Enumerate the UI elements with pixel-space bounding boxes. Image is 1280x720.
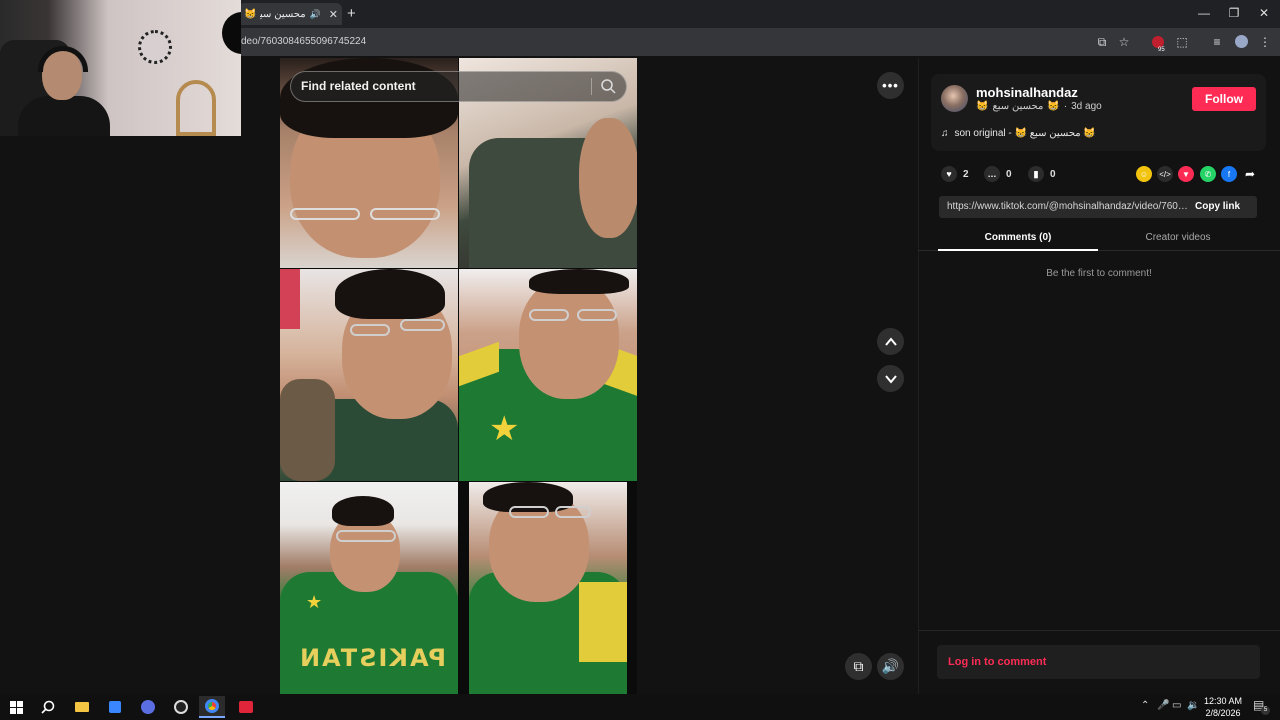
clock-time: 12:30 AM <box>1203 696 1243 706</box>
bookmark-icon[interactable]: ▮ <box>1028 166 1044 182</box>
app-icon[interactable] <box>135 696 161 718</box>
nickname-emoji: 😸 <box>1047 101 1060 112</box>
whatsapp-icon[interactable]: ✆ <box>1200 166 1216 182</box>
browser-tab[interactable]: 😸 محسين سبع 🔊 ✕ <box>238 3 342 25</box>
creator-avatar[interactable] <box>941 85 968 112</box>
clock-date: 2/8/2026 <box>1205 708 1241 718</box>
wooden-frame <box>176 80 216 136</box>
search-icon[interactable] <box>600 78 616 94</box>
system-clock[interactable]: 12:30 AM 2/8/2026 <box>1200 695 1246 719</box>
send-icon[interactable]: ▼ <box>1178 166 1194 182</box>
chevron-up-icon[interactable] <box>877 328 904 355</box>
url-field[interactable]: deo/7603084655096745224 <box>241 36 366 47</box>
video-tile-4: ★ <box>459 269 637 481</box>
comment-stat[interactable]: … 0 <box>984 166 1012 182</box>
video-player[interactable]: ★ ★ PAKISTAN <box>280 58 637 694</box>
copy-link-button[interactable]: Copy link <box>1195 201 1240 212</box>
network-icon[interactable]: ▭ <box>1172 700 1181 711</box>
friends-share-icon[interactable]: ☺ <box>1136 166 1152 182</box>
nickname-emoji: 😸 <box>976 101 989 112</box>
red-app-icon[interactable] <box>233 696 259 718</box>
person-torso <box>18 96 110 136</box>
save-stat[interactable]: ▮ 0 <box>1028 166 1056 182</box>
webcam-overlay <box>0 0 241 136</box>
speaker-icon[interactable]: 🔊 <box>310 9 321 20</box>
extension-icon[interactable]: 95 <box>1149 33 1167 53</box>
music-title: son original - 😸 محسين سبع 😸 <box>954 128 1096 139</box>
search-taskbar-icon[interactable] <box>35 696 61 718</box>
creator-subline: 😸 محسين سبع 😸 · 3d ago <box>976 101 1102 112</box>
follow-button[interactable]: Follow <box>1192 87 1256 111</box>
tray-chevron-icon[interactable]: ⌃ <box>1141 700 1149 711</box>
more-options-icon[interactable]: ••• <box>877 72 904 99</box>
tab-title: محسين سبع <box>260 8 306 20</box>
close-window-button[interactable]: ✕ <box>1254 6 1274 20</box>
chrome-icon[interactable] <box>199 696 225 718</box>
creator-nickname: محسين سبع <box>992 101 1044 112</box>
file-explorer-icon[interactable] <box>69 696 95 718</box>
notification-count: 5 <box>1261 706 1270 715</box>
embed-code-icon[interactable]: </> <box>1157 166 1173 182</box>
bookmark-star-icon[interactable]: ☆ <box>1115 33 1133 51</box>
video-tile-3 <box>280 269 458 481</box>
jersey-text: PAKISTAN <box>298 644 446 672</box>
star-emblem: ★ <box>306 592 323 612</box>
heart-icon[interactable]: ♥ <box>941 166 957 182</box>
minimize-button[interactable]: — <box>1194 6 1214 20</box>
store-icon[interactable] <box>102 696 128 718</box>
login-to-comment-link[interactable]: Log in to comment <box>948 656 1046 668</box>
tab-emoji: 😸 <box>244 8 257 20</box>
creator-username[interactable]: mohsinalhandaz <box>976 85 1078 100</box>
menu-kebab-icon[interactable]: ⋮ <box>1256 33 1274 51</box>
restore-button[interactable]: ❐ <box>1224 6 1244 20</box>
windows-start-icon[interactable] <box>3 696 29 718</box>
media-control-icon[interactable]: ≡ <box>1208 33 1226 51</box>
empty-comments-text: Be the first to comment! <box>1046 268 1152 279</box>
star-emblem: ★ <box>489 410 520 448</box>
picture-in-picture-icon[interactable]: ⧉ <box>845 653 872 680</box>
install-app-icon[interactable]: ⧉ <box>1093 33 1111 51</box>
active-tab-underline <box>938 249 1098 251</box>
share-arrow-icon[interactable]: ➦ <box>1242 166 1258 182</box>
volume-icon[interactable]: 🔊 <box>877 653 904 680</box>
comment-count: 0 <box>1006 168 1012 180</box>
footer-divider <box>918 630 1280 631</box>
microphone-icon[interactable]: 🎤 <box>1157 700 1169 711</box>
comment-icon[interactable]: … <box>984 166 1000 182</box>
obs-icon[interactable] <box>168 696 194 718</box>
close-tab-icon[interactable]: ✕ <box>325 8 342 21</box>
music-info[interactable]: ♫ son original - 😸 محسين سبع 😸 <box>941 128 1096 139</box>
details-panel <box>918 58 1280 694</box>
like-count: 2 <box>963 168 969 180</box>
music-note-icon: ♫ <box>941 128 949 139</box>
volume-tray-icon[interactable]: 🔉 <box>1187 700 1199 711</box>
profile-avatar-icon[interactable] <box>1232 33 1250 51</box>
save-count: 0 <box>1050 168 1056 180</box>
extensions-puzzle-icon[interactable]: ⬚ <box>1173 33 1191 51</box>
facebook-icon[interactable]: f <box>1221 166 1237 182</box>
share-link-text[interactable]: https://www.tiktok.com/@mohsinalhandaz/v… <box>947 201 1189 212</box>
chevron-down-icon[interactable] <box>877 365 904 392</box>
like-stat[interactable]: ♥ 2 <box>941 166 969 182</box>
video-tile-6 <box>469 482 627 694</box>
tab-creator-videos[interactable]: Creator videos <box>1098 232 1258 243</box>
search-divider <box>591 78 592 95</box>
search-placeholder[interactable]: Find related content <box>301 79 416 93</box>
separator-dot: · <box>1063 101 1068 112</box>
dark-shape <box>222 12 241 54</box>
wall-mirror <box>138 30 172 64</box>
extension-badge: 95 <box>1158 47 1165 53</box>
time-ago: 3d ago <box>1071 101 1102 112</box>
video-tile-5: ★ PAKISTAN <box>280 482 458 694</box>
tab-comments[interactable]: Comments (0) <box>938 232 1098 243</box>
new-tab-button[interactable]: + <box>347 5 356 22</box>
